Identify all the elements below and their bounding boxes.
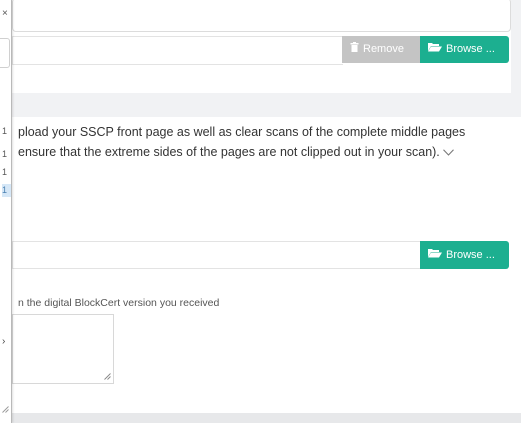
section-divider [0, 93, 521, 117]
list-item[interactable]: 1 [2, 125, 11, 138]
resize-handle-icon[interactable] [104, 372, 111, 382]
browse-button-label: Browse ... [446, 43, 495, 55]
left-dropdown-panel[interactable]: × 1 1 1 1 › [0, 0, 12, 423]
file-name-input[interactable] [12, 36, 343, 65]
bottom-strip [0, 413, 521, 423]
panel-search-input[interactable] [0, 38, 10, 68]
chevron-right-icon[interactable]: › [2, 336, 5, 347]
list-item[interactable]: 1 [2, 148, 11, 161]
list-item[interactable]: 1 [2, 166, 11, 179]
sscp-browse-button[interactable]: Browse ... [420, 241, 509, 269]
resize-grip-icon[interactable] [2, 406, 9, 415]
blockcert-textarea[interactable] [12, 314, 114, 384]
remove-button-label: Remove [363, 43, 404, 55]
sscp-file-name-input[interactable] [12, 241, 420, 269]
folder-open-icon [428, 36, 442, 63]
instruction-line-1: pload your SSCP front page as well as cl… [18, 125, 466, 139]
browse-button[interactable]: Browse ... [420, 36, 509, 63]
remove-button[interactable]: Remove [342, 36, 420, 63]
upload-instructions: pload your SSCP front page as well as cl… [18, 122, 513, 163]
blockcert-label: n the digital BlockCert version you rece… [18, 297, 220, 309]
sscp-browse-button-label: Browse ... [446, 248, 495, 261]
trash-icon [350, 36, 359, 63]
close-icon[interactable]: × [2, 9, 8, 19]
top-text-area[interactable] [12, 0, 511, 32]
folder-open-icon [428, 242, 442, 269]
chevron-down-icon[interactable] [443, 147, 455, 159]
instruction-line-2: ensure that the extreme sides of the pag… [18, 145, 440, 159]
list-item-selected[interactable]: 1 [2, 184, 11, 197]
